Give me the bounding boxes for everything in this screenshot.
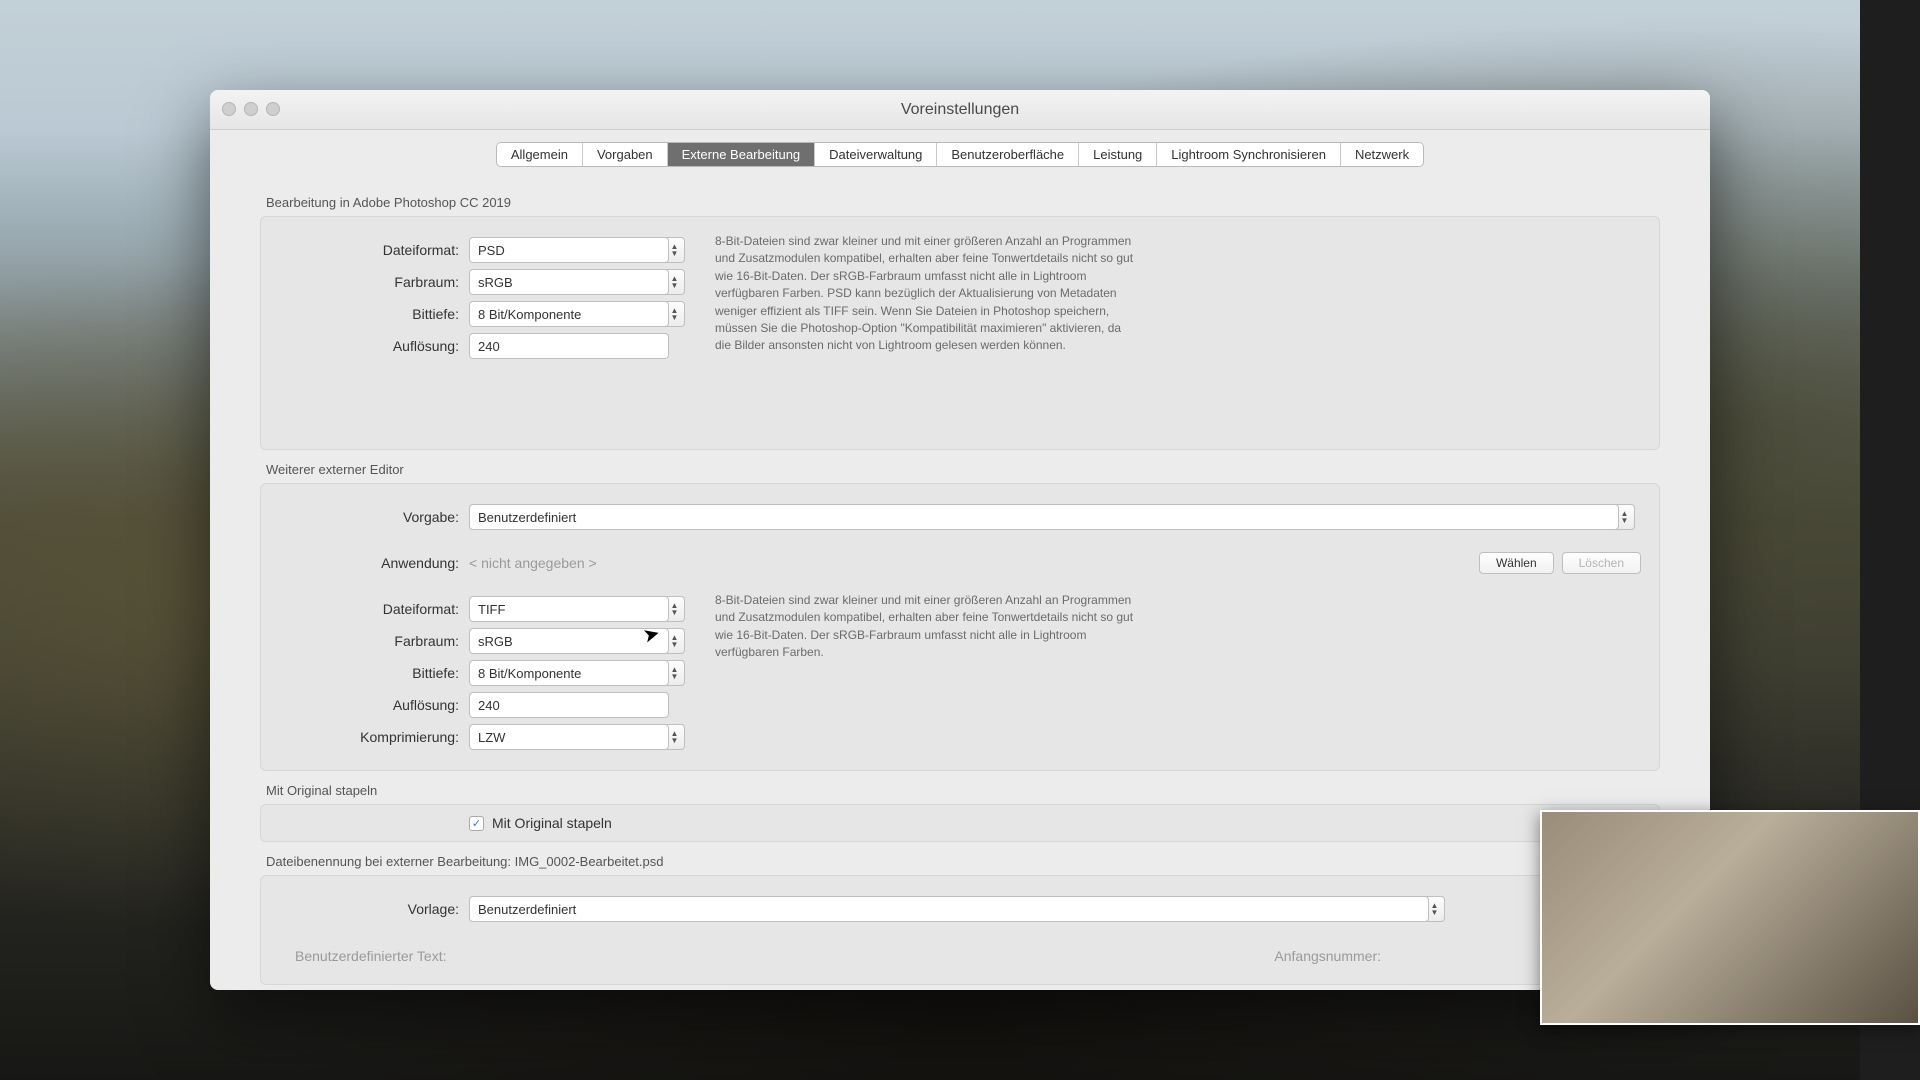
select-vorgabe[interactable]: Benutzerdefiniert	[469, 504, 1619, 530]
label-dateiformat2: Dateiformat:	[279, 601, 469, 617]
label-vorlage: Vorlage:	[279, 901, 469, 917]
tab-allgemein[interactable]: Allgemein	[497, 143, 583, 166]
select-farbraum2[interactable]: sRGB	[469, 628, 669, 654]
label-dateiformat: Dateiformat:	[279, 242, 469, 258]
section-naming-title: Dateibenennung bei externer Bearbeitung:…	[266, 854, 1660, 869]
zoom-icon[interactable]	[266, 102, 280, 116]
label-bittiefe2: Bittiefe:	[279, 665, 469, 681]
label-farbraum: Farbraum:	[279, 274, 469, 290]
input-aufloesung2[interactable]	[469, 692, 669, 718]
close-icon[interactable]	[222, 102, 236, 116]
text-anwendung-value: < nicht angegeben >	[469, 555, 597, 571]
tab-leistung[interactable]: Leistung	[1079, 143, 1157, 166]
section-external-title: Weiterer externer Editor	[266, 462, 1660, 477]
hint-external: 8-Bit-Dateien sind zwar kleiner und mit …	[715, 590, 1135, 756]
window-controls	[222, 102, 280, 116]
input-aufloesung[interactable]	[469, 333, 669, 359]
label-bittiefe: Bittiefe:	[279, 306, 469, 322]
panel-naming: Vorlage: Benutzerdefiniert ▲▼ Benutzerde…	[260, 875, 1660, 985]
label-vorgabe: Vorgabe:	[279, 509, 469, 525]
label-anwendung: Anwendung:	[279, 555, 469, 571]
label-aufloesung: Auflösung:	[279, 338, 469, 354]
preferences-window: Voreinstellungen Allgemein Vorgaben Exte…	[210, 90, 1710, 990]
panel-photoshop: Dateiformat: PSD ▲▼ Farbraum: sRGB ▲▼ Bi…	[260, 216, 1660, 450]
select-vorlage[interactable]: Benutzerdefiniert	[469, 896, 1429, 922]
tab-dateiverwaltung[interactable]: Dateiverwaltung	[815, 143, 937, 166]
tab-lightroom-sync[interactable]: Lightroom Synchronisieren	[1157, 143, 1341, 166]
select-bittiefe2[interactable]: 8 Bit/Komponente	[469, 660, 669, 686]
checkbox-stack-with-original[interactable]	[469, 816, 484, 831]
clear-app-button[interactable]: Löschen	[1562, 552, 1641, 574]
select-bittiefe[interactable]: 8 Bit/Komponente	[469, 301, 669, 327]
label-start-number: Anfangsnummer:	[1274, 948, 1381, 964]
panel-external-editor: Vorgabe: Benutzerdefiniert ▲▼ Anwendung:…	[260, 483, 1660, 771]
minimize-icon[interactable]	[244, 102, 258, 116]
select-dateiformat2[interactable]: TIFF	[469, 596, 669, 622]
select-komprimierung[interactable]: LZW	[469, 724, 669, 750]
tab-bar: Allgemein Vorgaben Externe Bearbeitung D…	[210, 142, 1710, 167]
tab-benutzeroberflaeche[interactable]: Benutzeroberfläche	[937, 143, 1079, 166]
tab-externe-bearbeitung[interactable]: Externe Bearbeitung	[668, 143, 816, 166]
tab-vorgaben[interactable]: Vorgaben	[583, 143, 668, 166]
hint-photoshop: 8-Bit-Dateien sind zwar kleiner und mit …	[715, 231, 1135, 435]
label-custom-text: Benutzerdefinierter Text:	[279, 948, 457, 964]
label-komprimierung: Komprimierung:	[279, 729, 469, 745]
panel-stack: Mit Original stapeln	[260, 804, 1660, 842]
label-aufloesung2: Auflösung:	[279, 697, 469, 713]
webcam-overlay	[1540, 810, 1920, 1025]
titlebar[interactable]: Voreinstellungen	[210, 90, 1710, 130]
tab-netzwerk[interactable]: Netzwerk	[1341, 143, 1423, 166]
select-dateiformat[interactable]: PSD	[469, 237, 669, 263]
choose-app-button[interactable]: Wählen	[1479, 552, 1554, 574]
checkbox-label: Mit Original stapeln	[492, 815, 612, 831]
select-farbraum[interactable]: sRGB	[469, 269, 669, 295]
window-title: Voreinstellungen	[901, 101, 1019, 119]
section-photoshop-title: Bearbeitung in Adobe Photoshop CC 2019	[266, 195, 1660, 210]
label-farbraum2: Farbraum:	[279, 633, 469, 649]
section-stack-title: Mit Original stapeln	[266, 783, 1660, 798]
